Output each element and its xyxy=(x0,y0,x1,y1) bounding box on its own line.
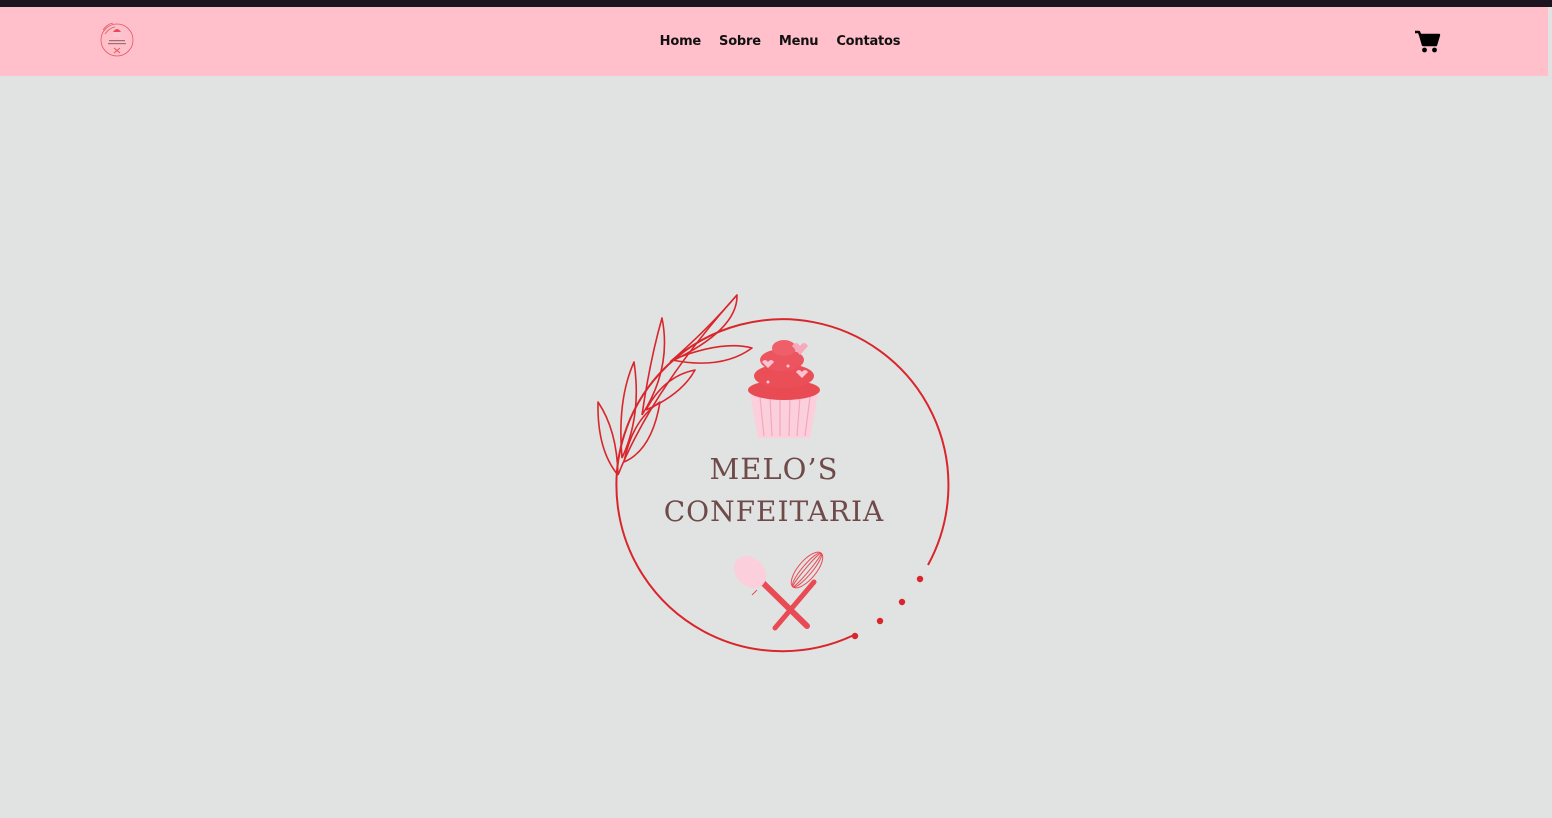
nav-sobre-link[interactable]: Sobre xyxy=(719,34,761,49)
main-nav: Home Sobre Menu Contatos xyxy=(0,34,1548,49)
brand-name-line-1: MELO’S xyxy=(709,452,839,486)
navbar: Home Sobre Menu Contatos xyxy=(0,7,1548,76)
hero-logo: MELO’S CONFEITARIA xyxy=(592,290,956,660)
shopping-cart-icon[interactable] xyxy=(1415,30,1441,54)
spatula-whisk-icon xyxy=(733,551,824,631)
nav-contatos-link[interactable]: Contatos xyxy=(836,34,900,49)
window-top-bar xyxy=(0,0,1552,7)
leaf-branch-icon xyxy=(597,294,753,476)
nav-home-link[interactable]: Home xyxy=(660,34,702,49)
nav-menu-link[interactable]: Menu xyxy=(779,34,819,49)
brand-name-line-2: CONFEITARIA xyxy=(663,495,885,528)
cupcake-icon xyxy=(748,340,820,438)
